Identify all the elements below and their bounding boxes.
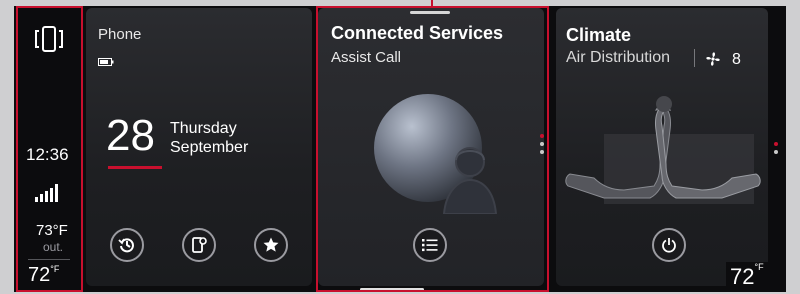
passenger-temp-value: 72 [730, 264, 755, 289]
connected-services-highlight-frame [316, 6, 549, 292]
callout-leader-line [431, 0, 433, 8]
phone-settings-icon [192, 237, 207, 253]
subtitle-divider [694, 49, 695, 67]
fan-icon [705, 51, 721, 72]
phone-title: Phone [98, 26, 142, 43]
car-seats-icon [564, 94, 764, 229]
history-icon [118, 238, 134, 253]
passenger-temperature[interactable]: 72°F [726, 262, 768, 292]
date-underline [108, 166, 162, 169]
battery-icon [98, 53, 114, 71]
sidebar-highlight-frame [16, 6, 83, 292]
fan-speed-level: 8 [732, 51, 741, 68]
climate-card[interactable]: Climate Air Distribution 8 [556, 8, 768, 286]
page-dot-active [774, 142, 778, 146]
recent-calls-button[interactable] [110, 228, 144, 262]
date-weekday: Thursday [170, 120, 237, 137]
phone-card[interactable]: Phone 28 Thursday September [86, 8, 312, 286]
climate-page-indicator [774, 138, 778, 158]
page-dot [774, 150, 778, 154]
power-icon [662, 238, 676, 253]
star-icon [263, 237, 279, 252]
climate-title: Climate [566, 25, 632, 45]
date-month: September [170, 139, 249, 156]
climate-subtitle: Air Distribution [566, 49, 671, 66]
climate-power-button[interactable] [652, 228, 686, 262]
date-day-number: 28 [106, 111, 155, 160]
favorites-button[interactable] [254, 228, 288, 262]
passenger-temp-unit: °F [754, 262, 764, 272]
phone-settings-button[interactable] [182, 228, 216, 262]
